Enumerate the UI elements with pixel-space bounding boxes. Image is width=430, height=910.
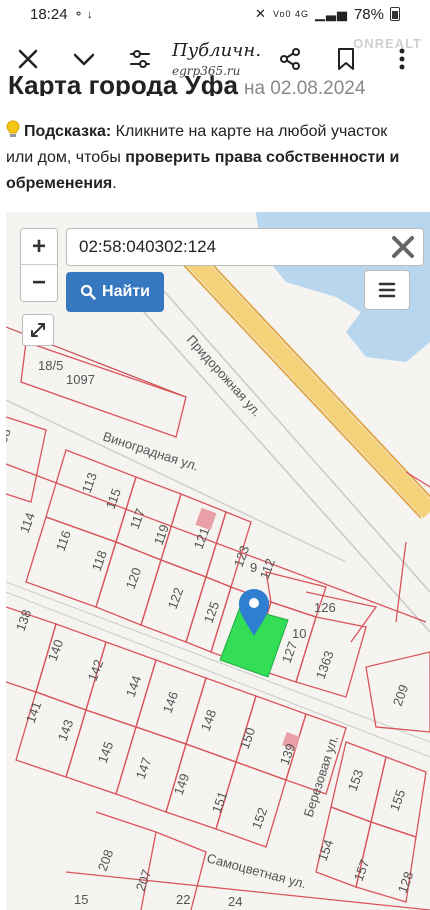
- clear-search-button[interactable]: [383, 228, 423, 266]
- parcel-number-label: 125: [201, 600, 223, 626]
- network-indicator: Vo0 4G: [272, 9, 309, 19]
- zoom-out-button[interactable]: −: [21, 265, 57, 301]
- parcel-number-label: 155: [387, 788, 409, 814]
- parcel-number-label: 208: [95, 848, 117, 874]
- parcel-number-label: 140: [45, 638, 67, 664]
- hamburger-menu-icon: [378, 282, 396, 298]
- battery-level: 78%: [353, 5, 384, 23]
- status-bar: 18:24 ⚬ ↓ ✕ Vo0 4G ▁▃▅ 78%: [0, 0, 430, 28]
- parcel-number-label: 08: [6, 426, 14, 445]
- parcel-number-label: 145: [95, 740, 117, 766]
- tune-icon: [130, 50, 150, 68]
- parcel-number-label: 1097: [66, 372, 95, 387]
- parcel-number-label: 113: [79, 470, 100, 495]
- close-icon: [18, 49, 38, 69]
- cadastral-search-box: [66, 228, 424, 266]
- parcel-number-label: 207: [133, 868, 155, 894]
- parcel-number-label: 24: [228, 894, 242, 909]
- lightbulb-icon: [6, 120, 20, 137]
- parcel-number-label: 126: [314, 600, 336, 615]
- parcel-number-label: 141: [23, 700, 45, 726]
- parcel-number-label: 9: [250, 560, 257, 575]
- watermark-logo: ONREALT: [353, 36, 422, 51]
- mute-icon: ✕: [255, 6, 267, 21]
- parcel-number-label: 119: [151, 522, 172, 547]
- street-name-label: Березовая ул.: [301, 733, 342, 819]
- cadastral-map[interactable]: 18/5 1097 08 113 115 117 119 121 123 112 114 116 118…: [6, 212, 430, 910]
- street-name-label: Виноградная ул.: [101, 429, 200, 474]
- share-icon: [280, 48, 300, 70]
- parcel-number-label: 150: [237, 726, 259, 752]
- parcel-number-label: 142: [85, 658, 107, 684]
- street-name-label: Самоцветная ул.: [205, 850, 308, 891]
- status-time: 18:24: [30, 5, 68, 23]
- parcel-number-label: 148: [198, 708, 220, 734]
- map-canvas[interactable]: 18/5109708113115117119 121123 112114116118…: [6, 212, 430, 910]
- zoom-controls: + −: [20, 228, 58, 302]
- parcel-number-label: 149: [171, 772, 193, 798]
- zoom-in-button[interactable]: +: [21, 229, 57, 265]
- search-icon: [80, 284, 96, 300]
- page-heading: Карта города Уфа на 02.08.2024: [8, 72, 365, 96]
- parcel-number-label: 143: [55, 718, 77, 744]
- hint-text: Подсказка: Кликните на карте на любой уч…: [6, 119, 418, 197]
- parcel-number-label: 114: [17, 510, 38, 535]
- parcel-number-label: 128: [395, 870, 417, 896]
- parcel-number-label: 209: [390, 683, 412, 709]
- page-content: Карта города Уфа на 02.08.2024 Подсказка:…: [0, 72, 430, 212]
- fullscreen-button[interactable]: [22, 314, 54, 346]
- heading-text: Карта города Уфа: [8, 72, 238, 96]
- parcel-number-label: 120: [123, 566, 145, 592]
- hint-end: .: [112, 175, 117, 192]
- find-button-label: Найти: [102, 283, 150, 300]
- parcel-number-label: 15: [74, 892, 88, 907]
- parcel-number-label: 146: [160, 690, 182, 716]
- parcel-number-label: 147: [133, 756, 155, 782]
- parcel-number-label: 144: [123, 674, 145, 700]
- parcel-number-label: 118: [89, 548, 110, 573]
- page-title: Публичн…: [172, 40, 262, 61]
- notification-icon: ⚬ ↓: [73, 7, 93, 21]
- battery-icon: [390, 7, 400, 21]
- parcel-number-label: 122: [165, 586, 187, 612]
- street-name-label: Придорожная ул.: [184, 332, 265, 419]
- parcel-number-label: 123: [231, 544, 253, 570]
- parcel-number-label: 138: [13, 608, 35, 634]
- parcel-number-label: 154: [315, 838, 337, 864]
- layers-menu-button[interactable]: [364, 270, 410, 310]
- heading-date: на 02.08.2024: [243, 78, 366, 96]
- parcel-number-label: 127: [279, 640, 301, 666]
- parcel-number-label: 116: [53, 528, 74, 553]
- parcel-number-label: 18/5: [38, 358, 63, 373]
- expand-icon: [31, 323, 45, 337]
- parcel-number-label: 22: [176, 892, 190, 907]
- parcel-number-label: 152: [249, 806, 271, 832]
- chevron-down-icon: [73, 53, 95, 66]
- parcel-number-label: 1363: [313, 649, 337, 681]
- signal-icon: ▁▃▅: [314, 6, 348, 21]
- close-icon: [392, 236, 414, 258]
- parcel-number-label: 153: [345, 768, 367, 794]
- cadastral-number-input[interactable]: [67, 237, 383, 257]
- find-button[interactable]: Найти: [66, 272, 164, 312]
- parcel-number-label: 10: [292, 626, 306, 641]
- hint-label: Подсказка:: [24, 123, 112, 140]
- parcel-number-label: 157: [351, 858, 373, 884]
